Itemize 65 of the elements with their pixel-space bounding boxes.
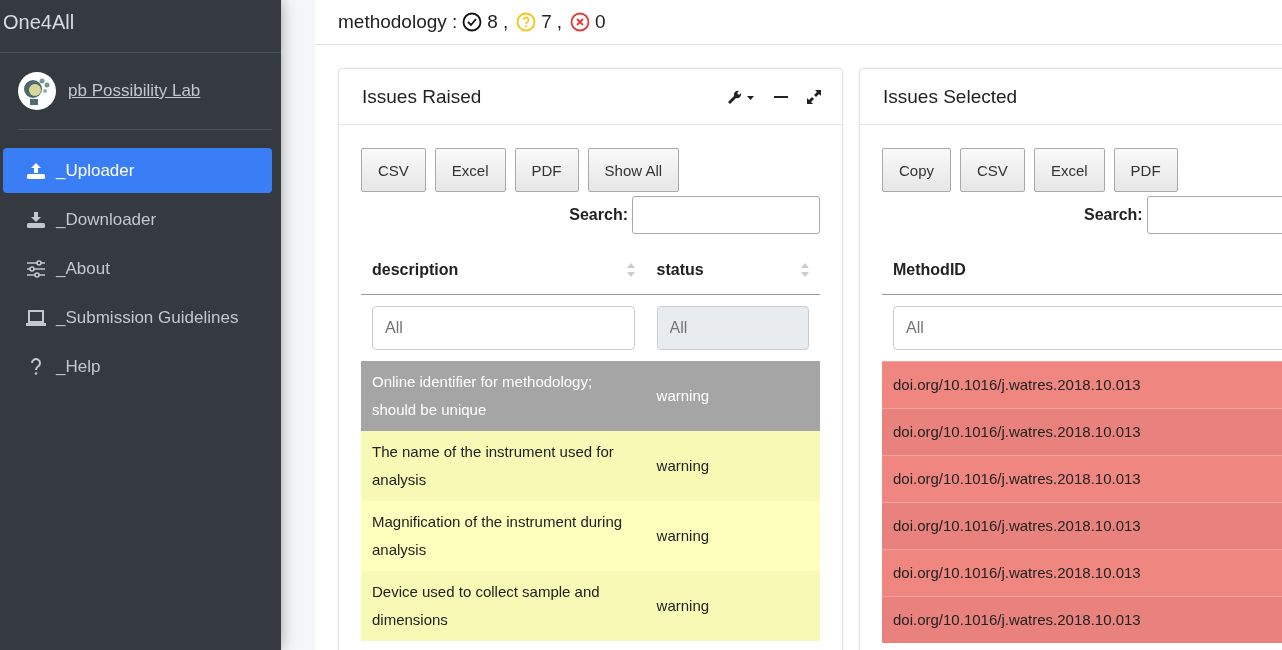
table-cell: doi.org/10.1016/j.watres.2018.10.013 [893, 517, 1141, 534]
table-row[interactable]: doi.org/10.1016/j.watres.2018.10.013 [882, 502, 1282, 550]
table-row[interactable]: doi.org/10.1016/j.watres.2018.10.013 [882, 549, 1282, 597]
filter-field[interactable]: All [893, 306, 1282, 350]
nav-item[interactable]: _Submission Guidelines [3, 295, 272, 340]
error-circle-icon [570, 12, 591, 32]
search-label: Search: [1084, 206, 1143, 224]
summary-label: methodology : [338, 11, 458, 33]
export-button[interactable]: CSV [361, 148, 426, 192]
table-cell: Online identifier for methodology; should be unique [372, 373, 593, 418]
column-header[interactable]: status [656, 261, 704, 279]
table-row[interactable]: doi.org/10.1016/j.watres.2018.10.013 [882, 361, 1282, 409]
table-cell: warning [656, 527, 710, 544]
table-row[interactable]: doi.org/10.1016/j.watres.2018.10.013 [882, 408, 1282, 456]
table-row[interactable]: doi.org/10.1016/j.watres.2018.10.013 [882, 596, 1282, 643]
search-label: Search: [569, 206, 628, 224]
count-text: 8 [487, 11, 498, 33]
table-row[interactable]: Device used to collect sample and dimensions warning [361, 571, 820, 641]
table-row[interactable]: doi.org/10.1016/j.watres.2018.10.013 [882, 455, 1282, 503]
count-text: 0 [595, 11, 606, 33]
laptop-icon [26, 308, 46, 327]
card-title: Issues Raised [362, 85, 482, 108]
table-row[interactable]: The name of the instrument used for analysis warning [361, 431, 820, 501]
table-cell: Device used to collect sample and dimensions [372, 583, 600, 628]
table-cell: warning [656, 387, 710, 404]
table-cell: warning [656, 597, 710, 614]
sort-icon[interactable] [801, 262, 809, 278]
export-button[interactable]: PDF [514, 148, 579, 192]
download-icon [26, 210, 46, 229]
table-cell: doi.org/10.1016/j.watres.2018.10.013 [893, 470, 1141, 487]
wrench-dropdown-icon[interactable] [726, 88, 756, 105]
export-button[interactable]: Excel [1033, 148, 1105, 192]
sort-icon[interactable] [626, 262, 635, 278]
column-header[interactable]: MethodID [893, 261, 966, 279]
expand-icon[interactable] [806, 88, 822, 105]
table-cell: The name of the instrument used for analysis [372, 443, 614, 488]
count-text: 7 [541, 11, 552, 33]
table-cell: Magnification of the instrument during analysis [372, 513, 623, 558]
export-button[interactable]: PDF [1113, 148, 1178, 192]
table-row[interactable]: Magnification of the instrument during analysis warning [361, 501, 820, 571]
table-cell: doi.org/10.1016/j.watres.2018.10.013 [893, 423, 1141, 440]
sliders-icon [26, 259, 46, 278]
user-link[interactable]: pb Possibility Lab [68, 81, 201, 101]
table-cell: doi.org/10.1016/j.watres.2018.10.013 [893, 611, 1141, 628]
question-circle-icon [516, 12, 537, 32]
search-field[interactable] [632, 196, 820, 234]
nav-item[interactable]: _About [3, 246, 272, 291]
table-cell: doi.org/10.1016/j.watres.2018.10.013 [893, 376, 1141, 393]
upload-icon [26, 161, 46, 180]
check-circle-icon [462, 12, 483, 32]
nav-item[interactable]: _Uploader [3, 148, 272, 193]
separator-text: , [556, 11, 563, 33]
table-cell: warning [656, 457, 710, 474]
export-button[interactable]: Copy [882, 148, 952, 192]
table-cell: doi.org/10.1016/j.watres.2018.10.013 [893, 564, 1141, 581]
export-button[interactable]: CSV [960, 148, 1025, 192]
nav-item[interactable]: _Downloader [3, 197, 272, 242]
export-button[interactable]: Excel [434, 148, 506, 192]
logo-icon [18, 72, 56, 110]
filter-field[interactable]: All [372, 306, 635, 350]
export-button[interactable]: Show All [587, 148, 680, 192]
column-header[interactable]: description [372, 261, 459, 279]
card-title: Issues Selected [883, 85, 1018, 108]
separator-text: , [502, 11, 509, 33]
nav-item[interactable]: _Help [3, 344, 272, 389]
